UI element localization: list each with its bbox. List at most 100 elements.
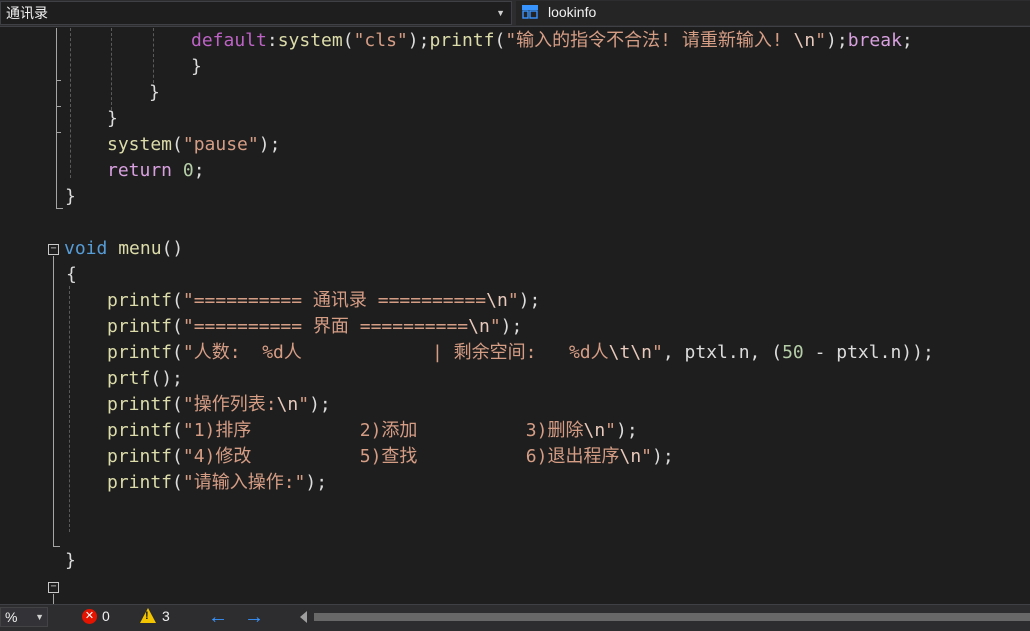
scroll-left-icon[interactable] xyxy=(300,611,307,623)
code-token: \n xyxy=(276,394,299,415)
code-token: printf xyxy=(107,446,173,467)
code-token: prtf xyxy=(107,368,151,389)
code-token: { xyxy=(66,264,77,285)
code-token: ( xyxy=(172,316,183,337)
code-line[interactable]: printf("1)排序 2)添加 3)删除\n"); xyxy=(107,418,638,444)
code-token: } xyxy=(149,82,160,103)
code-token: printf xyxy=(429,30,495,51)
code-line[interactable]: } xyxy=(149,80,160,106)
code-token: "输入的指令不合法! 请重新输入! xyxy=(505,30,794,51)
code-line[interactable]: } xyxy=(107,106,118,132)
code-token: \n xyxy=(619,446,642,467)
outline-bracket xyxy=(56,28,57,208)
code-editor[interactable]: − − default:system("cls");printf("输入的指令不… xyxy=(0,28,1030,604)
code-token: ); xyxy=(407,30,430,51)
code-token: (); xyxy=(150,368,183,389)
warning-icon[interactable]: ! xyxy=(140,608,156,623)
code-token: ); xyxy=(616,420,638,441)
code-token: default xyxy=(191,30,267,51)
code-line[interactable]: } xyxy=(65,548,76,574)
horizontal-scrollbar[interactable] xyxy=(298,611,1030,623)
code-line[interactable]: printf("========== 通讯录 ==========\n"); xyxy=(107,288,540,314)
outline-bracket-end xyxy=(56,80,61,81)
code-token: break xyxy=(847,30,902,51)
code-token: "4)修改 5)查找 6)退出程序 xyxy=(182,446,620,467)
code-line[interactable]: return 0; xyxy=(107,158,205,184)
code-token: } xyxy=(191,56,202,77)
code-token: ( xyxy=(172,446,183,467)
outline-bracket-end xyxy=(56,132,61,133)
code-line[interactable]: printf("人数: %d人 | 剩余空间: %d人\t\n", ptxl.n… xyxy=(107,340,934,366)
code-line[interactable]: void menu() xyxy=(64,236,183,262)
code-token: ; xyxy=(901,30,913,51)
code-token: printf xyxy=(107,290,173,311)
code-line[interactable]: { xyxy=(66,262,77,288)
code-token: () xyxy=(161,238,184,259)
code-token: - ptxl.n)); xyxy=(803,342,934,363)
nav-back-icon[interactable]: ← xyxy=(208,605,228,629)
code-token: ( xyxy=(172,342,183,363)
status-bar: % ▼ ✕ 0 ! 3 ← → xyxy=(0,604,1030,631)
outline-bracket-end xyxy=(53,546,60,547)
code-line[interactable]: default:system("cls");printf("输入的指令不合法! … xyxy=(191,28,913,54)
code-token: \n xyxy=(468,316,490,337)
code-token: "cls" xyxy=(353,30,408,51)
code-token: ); xyxy=(826,30,848,51)
outline-bracket-end xyxy=(56,106,61,107)
scope-dropdown-value: 通讯录 xyxy=(6,5,48,21)
error-count[interactable]: 0 xyxy=(102,608,110,624)
code-token: ( xyxy=(172,394,183,415)
outline-bracket xyxy=(53,594,54,604)
code-line[interactable]: printf("========== 界面 ==========\n"); xyxy=(107,314,522,340)
code-token: " xyxy=(605,420,617,441)
error-icon[interactable]: ✕ xyxy=(82,609,97,624)
indent-guide xyxy=(111,28,112,110)
code-token: ( xyxy=(172,420,183,441)
outline-bracket xyxy=(53,256,54,546)
code-token: ( xyxy=(494,30,506,51)
outline-bracket-end xyxy=(56,208,63,209)
code-token: system xyxy=(107,134,173,155)
code-token: "========== 通讯录 ========== xyxy=(182,290,487,311)
code-token: printf xyxy=(107,394,173,415)
code-token: "请输入操作:" xyxy=(182,472,306,493)
code-token: ); xyxy=(518,290,541,311)
indent-guide xyxy=(69,286,70,532)
code-token: " xyxy=(507,290,519,311)
warning-count[interactable]: 3 xyxy=(162,608,170,624)
code-token: printf xyxy=(107,420,173,441)
code-token: printf xyxy=(107,472,173,493)
code-token: , ptxl.n, ( xyxy=(662,342,783,363)
code-token: "pause" xyxy=(182,134,259,155)
code-token: 0 xyxy=(182,160,194,181)
code-token: : xyxy=(266,30,278,51)
scope-dropdown[interactable]: 通讯录 ▼ xyxy=(0,1,512,25)
code-line[interactable]: } xyxy=(65,184,76,210)
code-token: " xyxy=(652,342,663,363)
member-dropdown[interactable]: lookinfo xyxy=(516,1,1030,25)
collapse-icon[interactable]: − xyxy=(48,244,59,255)
code-line[interactable]: printf("操作列表:\n"); xyxy=(107,392,331,418)
code-token: ); xyxy=(500,316,523,337)
code-token: return xyxy=(107,160,173,181)
chevron-down-icon: ▼ xyxy=(496,8,505,18)
nav-forward-icon[interactable]: → xyxy=(244,605,264,629)
code-line[interactable]: } xyxy=(191,54,202,80)
code-token: printf xyxy=(107,342,173,363)
zoom-dropdown[interactable]: % ▼ xyxy=(0,607,48,627)
code-line[interactable]: system("pause"); xyxy=(107,132,280,158)
collapse-icon[interactable]: − xyxy=(48,582,59,593)
code-token: ); xyxy=(652,446,674,467)
code-line[interactable]: printf("4)修改 5)查找 6)退出程序\n"); xyxy=(107,444,674,470)
code-token: "人数: %d人 | 剩余空间: %d人 xyxy=(182,342,609,363)
code-token: ; xyxy=(193,160,205,181)
code-token: \n xyxy=(793,30,816,51)
member-dropdown-value: lookinfo xyxy=(548,4,597,20)
navigation-bar: 通讯录 ▼ lookinfo xyxy=(0,0,1030,27)
indent-guide xyxy=(153,28,154,83)
scrollbar-thumb[interactable] xyxy=(314,613,1030,621)
code-line[interactable]: prtf(); xyxy=(107,366,183,392)
code-token: " xyxy=(489,316,501,337)
code-line[interactable]: printf("请输入操作:"); xyxy=(107,470,327,496)
